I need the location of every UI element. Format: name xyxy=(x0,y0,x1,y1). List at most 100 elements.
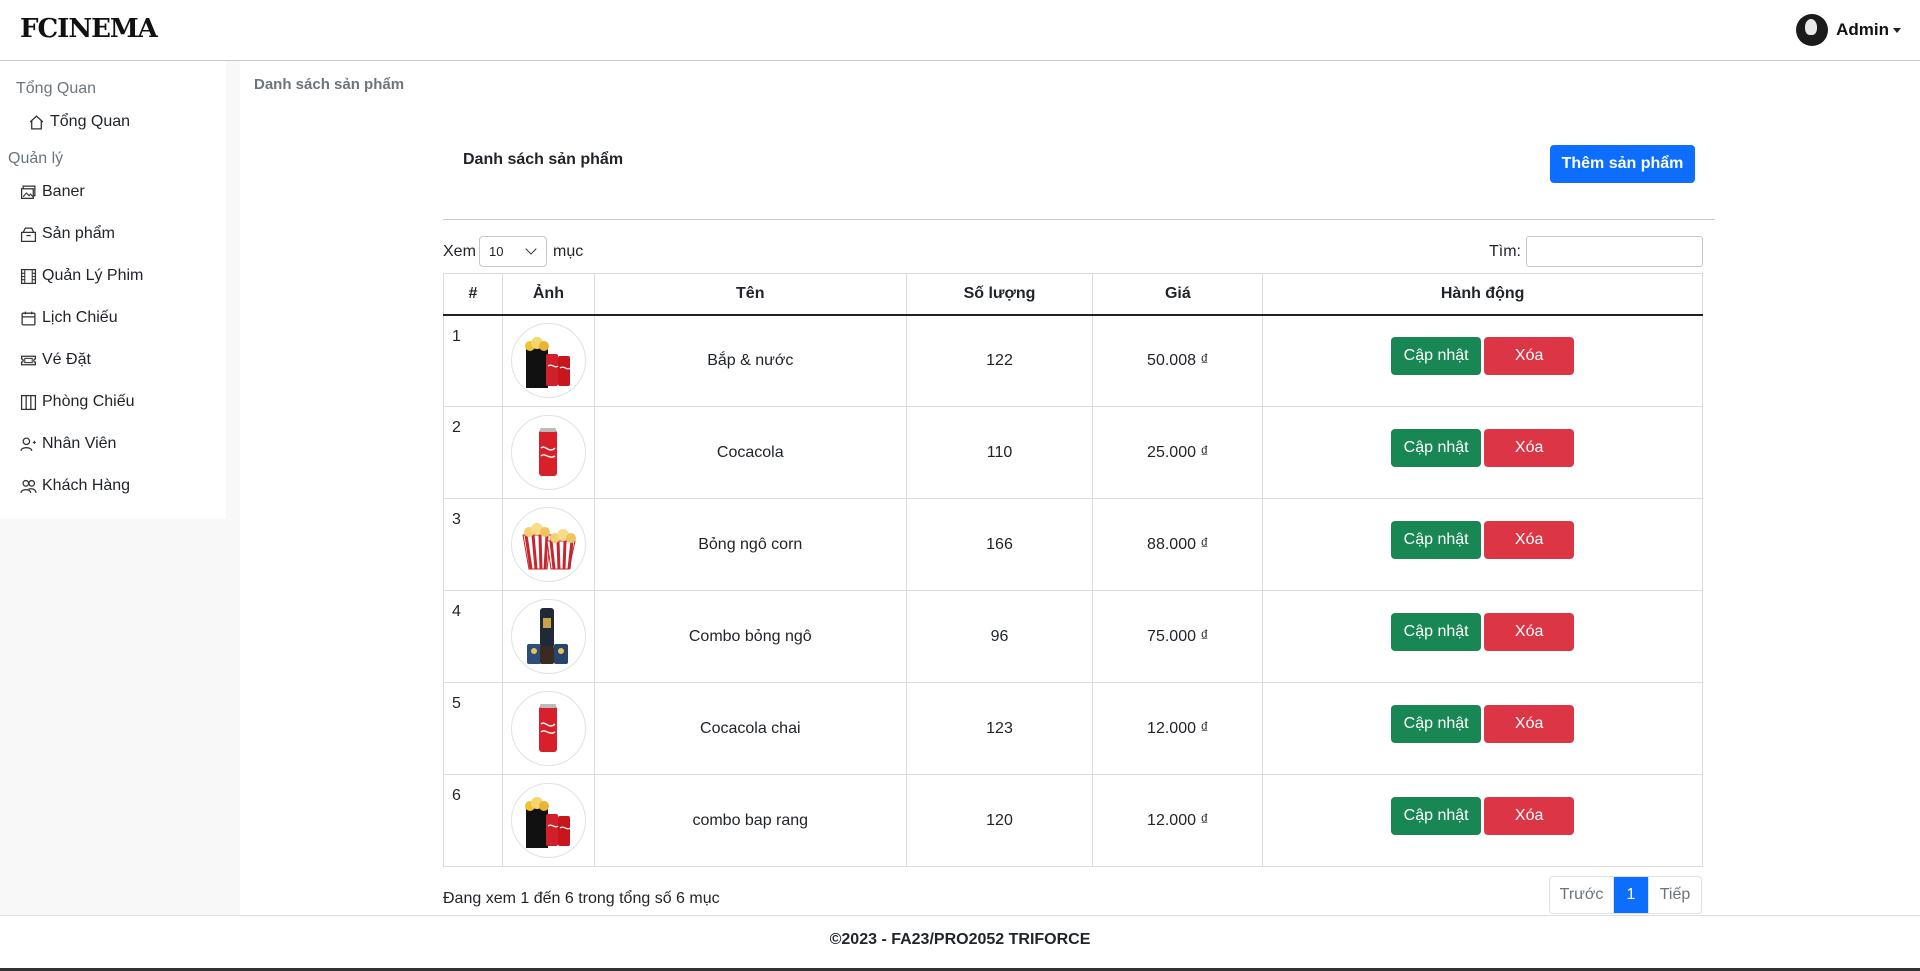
row-index: 3 xyxy=(443,498,503,591)
sidebar-item-showtimes[interactable]: Lịch Chiếu xyxy=(20,309,118,327)
row-index: 1 xyxy=(443,314,503,407)
product-price: 25.000 ₫ xyxy=(1092,406,1264,499)
search-label: Tìm: xyxy=(1489,243,1521,260)
product-price: 12.000 ₫ xyxy=(1092,682,1264,775)
user-name[interactable]: Admin xyxy=(1836,20,1889,40)
images-icon xyxy=(20,184,36,199)
product-quantity: 123 xyxy=(905,682,1094,775)
length-prefix-label: Xem xyxy=(443,243,476,260)
product-image xyxy=(510,783,586,858)
update-button[interactable]: Cập nhật xyxy=(1391,428,1482,467)
coca-can-image xyxy=(539,427,558,476)
sidebar-item-label: Phòng Chiếu xyxy=(42,393,135,410)
sidebar-item-overview[interactable]: Tổng Quan xyxy=(28,113,130,131)
delete-button[interactable]: Xóa xyxy=(1484,704,1575,743)
row-index: 5 xyxy=(443,682,503,775)
sidebar-item-customers[interactable]: Khách Hàng xyxy=(20,477,130,495)
film-icon xyxy=(20,268,37,284)
delete-button[interactable]: Xóa xyxy=(1484,520,1575,559)
row-actions: Cập nhật Xóa xyxy=(1263,336,1702,375)
delete-button[interactable]: Xóa xyxy=(1484,796,1575,835)
product-name: Bắp & nước xyxy=(593,314,907,407)
product-name: Cocacola xyxy=(593,406,907,499)
delete-button[interactable]: Xóa xyxy=(1484,612,1575,651)
prev-page-button[interactable]: Trước xyxy=(1550,877,1614,913)
page-button-current[interactable]: 1 xyxy=(1614,877,1648,913)
column-header-quantity[interactable]: Số lượng xyxy=(905,273,1094,316)
product-name: Combo bỏng ngô xyxy=(593,590,907,683)
update-button[interactable]: Cập nhật xyxy=(1391,612,1482,651)
sidebar-section-manage: Quản lý xyxy=(8,150,64,167)
column-header-price[interactable]: Giá xyxy=(1092,273,1264,316)
page-length-select[interactable]: 10 xyxy=(479,236,547,267)
product-price: 88.000 ₫ xyxy=(1092,498,1264,591)
column-header-name[interactable]: Tên xyxy=(593,273,907,316)
product-price: 50.008 ₫ xyxy=(1092,314,1264,407)
table-info: Đang xem 1 đến 6 trong tổng số 6 mục xyxy=(443,890,720,907)
row-index: 2 xyxy=(443,406,503,499)
table-row: 5 Cocacola chai 123 12.000 ₫ Cập nhật Xó… xyxy=(443,682,1703,775)
product-quantity: 122 xyxy=(905,314,1094,407)
sidebar-item-movies[interactable]: Quản Lý Phim xyxy=(20,267,143,285)
column-header-image[interactable]: Ảnh xyxy=(501,273,595,316)
sidebar-item-label: Khách Hàng xyxy=(42,477,131,494)
update-button[interactable]: Cập nhật xyxy=(1391,520,1482,559)
row-index: 4 xyxy=(443,590,503,683)
sidebar-item-rooms[interactable]: Phòng Chiếu xyxy=(20,393,135,411)
user-menu[interactable]: Admin xyxy=(1796,14,1901,46)
product-image xyxy=(510,599,586,674)
product-name: combo bap rang xyxy=(593,774,907,867)
card-title: Danh sách sản phẩm xyxy=(463,151,624,168)
sidebar-item-label: Lịch Chiếu xyxy=(42,309,118,326)
row-actions: Cập nhật Xóa xyxy=(1263,704,1702,743)
row-actions: Cập nhật Xóa xyxy=(1263,612,1702,651)
breadcrumb: Danh sách sản phẩm xyxy=(254,76,405,93)
product-quantity: 110 xyxy=(905,406,1094,499)
box-icon xyxy=(20,226,37,242)
product-image xyxy=(510,507,586,582)
column-header-actions[interactable]: Hành động xyxy=(1262,273,1703,316)
product-quantity: 120 xyxy=(905,774,1094,867)
top-navbar: FCINEMA Admin xyxy=(0,0,1920,61)
delete-button[interactable]: Xóa xyxy=(1484,428,1575,467)
product-price: 12.000 ₫ xyxy=(1092,774,1264,867)
row-actions: Cập nhật Xóa xyxy=(1263,520,1702,559)
sidebar-section-overview: Tổng Quan xyxy=(16,80,97,97)
sidebar-item-banner[interactable]: Baner xyxy=(20,183,85,201)
people-icon xyxy=(20,479,37,493)
product-image xyxy=(510,691,586,766)
add-product-button[interactable]: Thêm sản phẩm xyxy=(1550,145,1695,183)
delete-button[interactable]: Xóa xyxy=(1484,336,1575,375)
product-image xyxy=(510,323,586,399)
avatar[interactable] xyxy=(1796,14,1829,46)
row-index: 6 xyxy=(443,774,503,867)
brand-logo[interactable]: FCINEMA xyxy=(20,14,158,44)
columns-icon xyxy=(20,394,37,410)
page-length-value: 10 xyxy=(489,244,504,259)
product-quantity: 96 xyxy=(905,590,1094,683)
footer: ©2023 - FA23/PRO2052 TRIFORCE xyxy=(0,915,1920,968)
update-button[interactable]: Cập nhật xyxy=(1391,704,1482,743)
sidebar-item-staff[interactable]: Nhân Viên xyxy=(20,435,116,453)
sidebar-item-label: Quản Lý Phim xyxy=(42,267,144,284)
person-icon xyxy=(20,436,36,451)
ticket-icon xyxy=(20,355,37,365)
table-row: 3 Bỏng ngô corn 166 88.000 ₫ Cập nhật Xó… xyxy=(443,498,1703,591)
sidebar-item-label: Nhân Viên xyxy=(42,435,117,452)
pagination: Trước 1 Tiếp xyxy=(1549,876,1702,914)
calendar-icon xyxy=(21,311,36,326)
update-button[interactable]: Cập nhật xyxy=(1391,796,1482,835)
next-page-button[interactable]: Tiếp xyxy=(1648,877,1701,913)
search-input[interactable] xyxy=(1526,236,1703,267)
table-row: 4 Combo bỏng ngô 96 75.000 ₫ Cập nhật Xó… xyxy=(443,590,1703,683)
sidebar: Tổng Quan Tổng Quan Quản lý Baner Sản ph… xyxy=(0,61,226,519)
popcorn-combo-image xyxy=(525,336,571,388)
sidebar-item-tickets[interactable]: Vé Đặt xyxy=(20,351,91,369)
sidebar-item-products[interactable]: Sản phẩm xyxy=(20,225,115,243)
caret-down-icon[interactable] xyxy=(1893,27,1901,33)
update-button[interactable]: Cập nhật xyxy=(1391,336,1482,375)
table-row: 6 combo bap rang 120 12.000 ₫ Cập nhật X… xyxy=(443,774,1703,867)
popcorn-combo-image xyxy=(525,796,571,848)
column-header-index[interactable]: # xyxy=(443,273,503,316)
table-row: 2 Cocacola 110 25.000 ₫ Cập nhật Xóa xyxy=(443,406,1703,499)
